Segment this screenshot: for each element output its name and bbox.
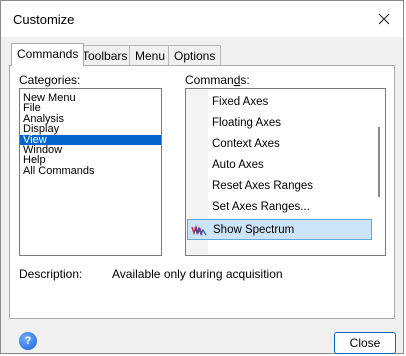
tab-commands[interactable]: Commands (11, 43, 85, 66)
command-item-reset-axes-ranges[interactable]: Reset Axes Ranges (186, 176, 372, 197)
command-item-context-axes[interactable]: Context Axes (186, 134, 372, 155)
description-text: Available only during acquisition (112, 267, 283, 281)
command-item-fixed-axes[interactable]: Fixed Axes (186, 92, 372, 113)
tab-options[interactable]: Options (168, 45, 222, 65)
commands-label: Commands: (185, 73, 250, 87)
close-button[interactable]: Close (334, 332, 396, 354)
commands-list[interactable]: Fixed Axes Floating Axes Context Axes Au… (185, 88, 386, 256)
close-icon (378, 13, 390, 25)
category-item-display[interactable]: Display (20, 123, 161, 134)
categories-list[interactable]: New Menu File Analysis Display View Wind… (19, 88, 162, 256)
window-title: Customize (13, 12, 75, 27)
command-item-set-axes-ranges[interactable]: Set Axes Ranges... (186, 197, 372, 218)
customize-dialog: Customize Commands Toolbars Menu Options… (0, 0, 404, 354)
command-item-auto-axes[interactable]: Auto Axes (186, 155, 372, 176)
spectrum-icon (191, 224, 207, 236)
tab-toolbars[interactable]: Toolbars (76, 45, 134, 65)
description-label: Description: (19, 267, 83, 281)
question-icon: ? (24, 335, 32, 347)
category-item-all-commands[interactable]: All Commands (20, 165, 161, 176)
title-bar: Customize (1, 1, 403, 37)
help-button[interactable]: ? (19, 332, 37, 350)
commands-scrollbar-thumb[interactable] (378, 127, 380, 197)
category-item-new-menu[interactable]: New Menu (20, 92, 161, 103)
categories-label: Categories: (19, 73, 81, 87)
command-item-floating-axes[interactable]: Floating Axes (186, 113, 372, 134)
tab-menu[interactable]: Menu (129, 45, 172, 65)
command-item-show-spectrum[interactable]: Show Spectrum (187, 219, 372, 240)
window-close-button[interactable] (371, 7, 397, 31)
